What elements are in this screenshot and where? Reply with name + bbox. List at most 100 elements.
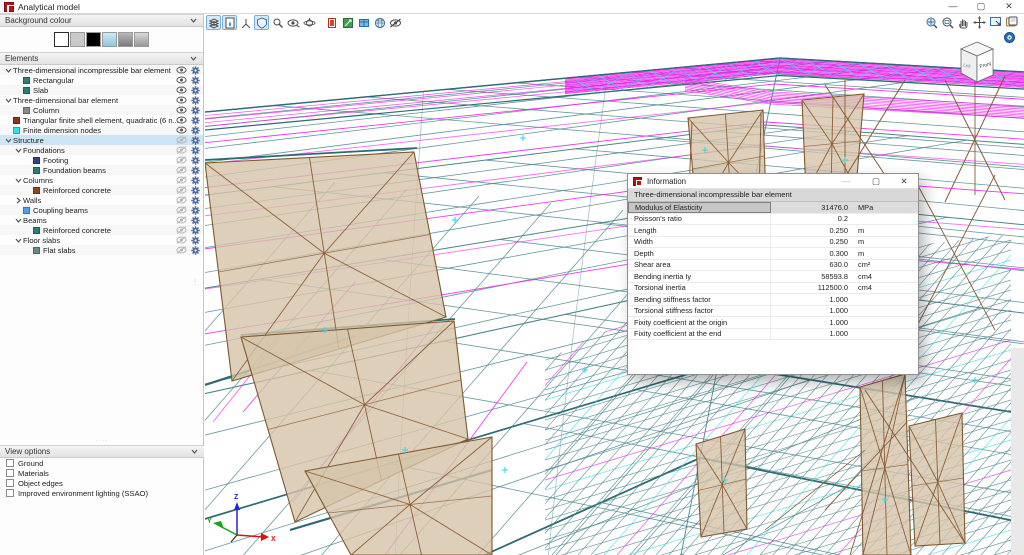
axes-button[interactable] <box>238 15 253 30</box>
chevron-right-icon[interactable] <box>14 197 23 204</box>
bg-colour-swatch-light-blue-gradient[interactable] <box>102 32 117 47</box>
tree-item-coupling-beams[interactable]: Coupling beams <box>0 205 203 215</box>
close-button[interactable]: ✕ <box>998 0 1020 13</box>
node-pin-button[interactable] <box>270 15 285 30</box>
elements-header[interactable]: Elements <box>0 52 203 65</box>
maximize-button[interactable]: ▢ <box>970 0 992 13</box>
visibility-eye-off-icon[interactable] <box>176 136 187 144</box>
bg-colour-swatch-grey-radial[interactable] <box>134 32 149 47</box>
shield-protection-button[interactable] <box>254 15 269 30</box>
property-row[interactable]: Depth0.300m <box>628 248 918 260</box>
tree-item-slab[interactable]: Slab <box>0 85 203 95</box>
checkbox[interactable] <box>6 469 14 477</box>
wall-red-panel-button[interactable] <box>324 15 339 30</box>
gear-icon[interactable] <box>191 226 200 235</box>
gear-icon[interactable] <box>191 96 200 105</box>
tree-item-column[interactable]: Column <box>0 105 203 115</box>
visibility-eye-icon[interactable] <box>176 126 187 134</box>
tree-item-three-dimensional-bar-element[interactable]: Three-dimensional bar element <box>0 95 203 105</box>
minimize-button[interactable]: — <box>942 0 964 13</box>
visibility-eye-off-icon[interactable] <box>176 166 187 174</box>
property-row[interactable]: Fixity coefficient at the origin1.000 <box>628 317 918 329</box>
background-colour-header[interactable]: Background colour <box>0 14 203 27</box>
visibility-eye-icon[interactable] <box>176 96 187 104</box>
visibility-eye-icon[interactable] <box>176 86 187 94</box>
dialog-close-button[interactable]: ✕ <box>894 175 914 188</box>
capture-window-button[interactable] <box>988 15 1002 29</box>
zoom-extents-button[interactable] <box>924 15 938 29</box>
gear-icon[interactable] <box>191 126 200 135</box>
gear-icon[interactable] <box>191 166 200 175</box>
tree-item-rectangular[interactable]: Rectangular <box>0 75 203 85</box>
bg-colour-swatch-grey-gradient[interactable] <box>118 32 133 47</box>
property-row[interactable]: Length0.250m <box>628 225 918 237</box>
tree-item-footing[interactable]: Footing <box>0 155 203 165</box>
gear-icon[interactable] <box>191 156 200 165</box>
visibility-eye-off-icon[interactable] <box>176 206 187 214</box>
bg-colour-swatch-white[interactable] <box>54 32 69 47</box>
dialog-minimize-button[interactable]: — <box>836 175 856 188</box>
visibility-eye-icon[interactable] <box>176 106 187 114</box>
visibility-eye-off-icon[interactable] <box>176 156 187 164</box>
tree-item-columns[interactable]: Columns <box>0 175 203 185</box>
tree-item-foundations[interactable]: Foundations <box>0 145 203 155</box>
gear-icon[interactable] <box>191 146 200 155</box>
property-row[interactable]: Modulus of Elasticity31476.0MPa <box>628 202 918 214</box>
property-row[interactable]: Poisson's ratio0.2 <box>628 214 918 226</box>
gear-icon[interactable] <box>191 186 200 195</box>
chevron-down-icon[interactable] <box>4 98 13 103</box>
gear-icon[interactable] <box>191 136 200 145</box>
visibility-eye-icon[interactable] <box>176 76 187 84</box>
tree-item-flat-slabs[interactable]: Flat slabs <box>0 245 203 255</box>
checkbox[interactable] <box>6 489 14 497</box>
tree-item-reinforced-concrete[interactable]: Reinforced concrete <box>0 225 203 235</box>
view-option-object-edges[interactable]: Object edges <box>0 478 204 488</box>
tree-item-walls[interactable]: Walls <box>0 195 203 205</box>
bg-colour-swatch-light-grey[interactable] <box>70 32 85 47</box>
tree-item-reinforced-concrete[interactable]: Reinforced concrete <box>0 185 203 195</box>
gear-icon[interactable] <box>191 76 200 85</box>
gear-icon[interactable] <box>191 246 200 255</box>
visibility-eye-icon[interactable] <box>176 116 187 124</box>
gear-icon[interactable] <box>191 86 200 95</box>
record-camera-button[interactable] <box>1002 30 1016 44</box>
chevron-down-icon[interactable] <box>4 68 13 73</box>
tree-item-structure[interactable]: Structure <box>0 135 203 145</box>
walkthrough-button[interactable] <box>1004 15 1018 29</box>
gear-icon[interactable] <box>191 66 200 75</box>
bg-colour-swatch-black[interactable] <box>86 32 101 47</box>
sidebar-scroll-handle[interactable]: ⋮ <box>192 282 198 285</box>
visibility-eye-off-icon[interactable] <box>176 226 187 234</box>
visibility-eye-off-icon[interactable] <box>176 186 187 194</box>
visibility-eye-icon[interactable] <box>176 66 187 74</box>
checkbox[interactable] <box>6 459 14 467</box>
tree-item-triangular-finite-shell-element-quadratic-6-n[interactable]: Triangular finite shell element, quadrat… <box>0 115 203 125</box>
view-option-ground[interactable]: Ground <box>0 458 204 468</box>
visibility-eye-off-icon[interactable] <box>176 196 187 204</box>
property-row[interactable]: Torsional stiffness factor1.000 <box>628 306 918 318</box>
gear-icon[interactable] <box>191 216 200 225</box>
visibility-eye-off-icon[interactable] <box>176 246 187 254</box>
render-globe-button[interactable] <box>372 15 387 30</box>
view-cube[interactable]: FrontLeft <box>956 40 998 90</box>
visibility-eye-off-icon[interactable] <box>176 216 187 224</box>
tree-item-finite-dimension-nodes[interactable]: Finite dimension nodes <box>0 125 203 135</box>
visibility-eye-off-icon[interactable] <box>176 236 187 244</box>
dialog-maximize-button[interactable]: ▢ <box>866 175 886 188</box>
chevron-down-icon[interactable] <box>14 218 23 223</box>
gear-icon[interactable] <box>191 106 200 115</box>
tree-item-foundation-beams[interactable]: Foundation beams <box>0 165 203 175</box>
property-row[interactable]: Bending stiffness factor1.000 <box>628 294 918 306</box>
chevron-down-icon[interactable] <box>14 238 23 243</box>
checkbox[interactable] <box>6 479 14 487</box>
property-row[interactable]: Bending inertia Iy58593.8cm4 <box>628 271 918 283</box>
chevron-down-icon[interactable] <box>4 138 13 143</box>
property-row[interactable]: Torsional inertia112500.0cm4 <box>628 283 918 295</box>
tree-item-three-dimensional-incompressible-bar-element[interactable]: Three-dimensional incompressible bar ele… <box>0 65 203 75</box>
visibility-eye-off-icon[interactable] <box>176 176 187 184</box>
model-layers-button[interactable] <box>206 15 221 30</box>
chevron-down-icon[interactable] <box>14 178 23 183</box>
property-row[interactable]: Shear area630.0cm² <box>628 260 918 272</box>
pan-button[interactable] <box>956 15 970 29</box>
hide-elements-button[interactable] <box>388 15 403 30</box>
